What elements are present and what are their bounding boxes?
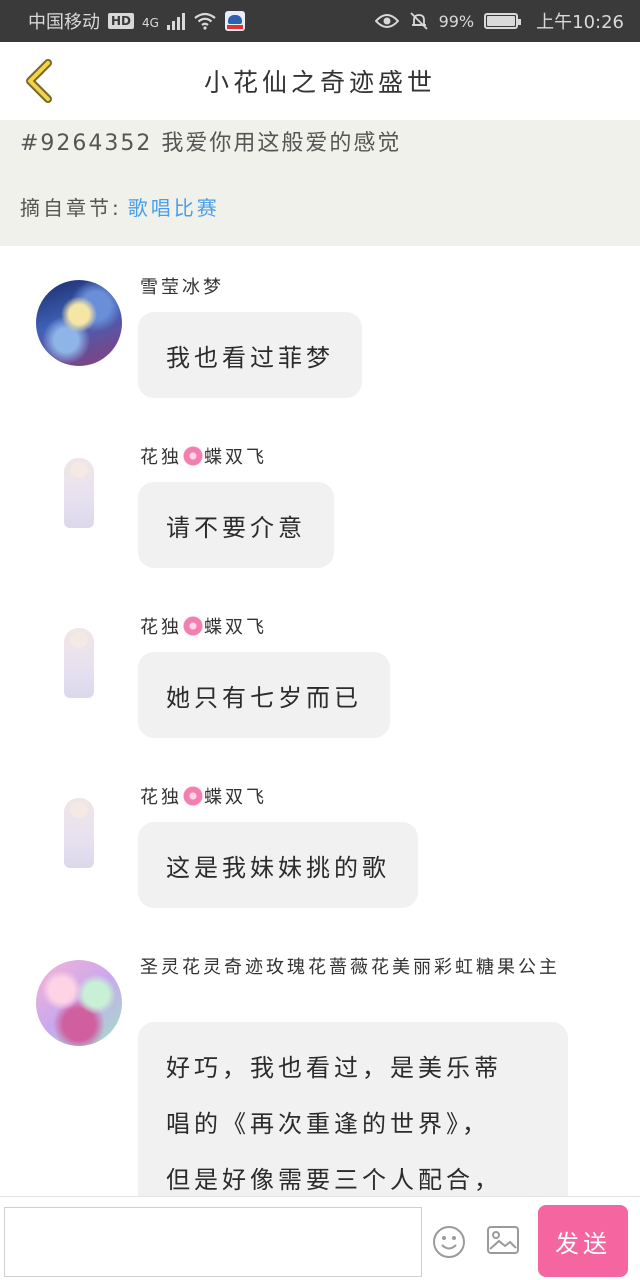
avatar[interactable]: [36, 960, 122, 1046]
username-part: 蝶双飞: [204, 787, 267, 808]
battery-fill: [487, 16, 515, 26]
battery-icon: [484, 13, 522, 29]
message-bubble[interactable]: 我也看过菲梦: [138, 312, 362, 398]
username[interactable]: 花独 蝶双飞: [140, 784, 267, 812]
username-part: 蝶双飞: [204, 447, 267, 468]
input-bar: 发送: [0, 1196, 640, 1280]
username-part: 花独: [140, 447, 182, 468]
status-bar: 中国移动 HD 4G 99% 上午10:26: [0, 0, 640, 42]
username[interactable]: 花独 蝶双飞: [140, 614, 267, 642]
message-bubble[interactable]: 这是我妹妹挑的歌: [138, 822, 418, 908]
status-left: 中国移动 HD 4G: [28, 8, 245, 34]
avatar[interactable]: [36, 450, 122, 536]
username-part: 花独: [140, 787, 182, 808]
avatar[interactable]: [36, 620, 122, 706]
flower-icon: [182, 445, 204, 467]
send-button[interactable]: 发送: [538, 1205, 628, 1277]
username-part: 蝶双飞: [204, 617, 267, 638]
excerpt-panel: #9264352 我爱你用这般爱的感觉 摘自章节: 歌唱比赛: [0, 120, 640, 246]
username[interactable]: 圣灵花灵奇迹玫瑰花蔷薇花美丽彩虹糖果公主: [140, 954, 570, 982]
app-header: 小花仙之奇迹盛世: [0, 42, 640, 120]
message-list[interactable]: 雪莹冰梦 我也看过菲梦 花独 蝶双飞 请不要介意 花独 蝶双飞 她只有七岁而已 花独…: [0, 246, 640, 1196]
wifi-icon: [194, 12, 216, 30]
network-type: 4G: [142, 16, 159, 30]
back-button[interactable]: [14, 56, 64, 106]
flower-icon: [182, 615, 204, 637]
excerpt-quote: #9264352 我爱你用这般爱的感觉: [20, 131, 402, 156]
chapter-label: 摘自章节:: [20, 196, 122, 220]
avatar[interactable]: [36, 790, 122, 876]
signal-icon: [166, 12, 185, 30]
mute-bell-icon: [409, 12, 428, 30]
back-chevron-icon: [26, 59, 52, 103]
clock: 上午10:26: [536, 12, 624, 33]
emoji-icon[interactable]: [432, 1225, 466, 1259]
excerpt-chapter: 摘自章节: 歌唱比赛: [20, 192, 620, 221]
message-line: 好巧，我也看过，是美乐蒂: [166, 1054, 502, 1082]
chapter-link[interactable]: 歌唱比赛: [128, 192, 220, 221]
message-line: 唱的《再次重逢的世界》，: [166, 1110, 490, 1138]
username[interactable]: 花独 蝶双飞: [140, 444, 267, 472]
message-bubble[interactable]: 好巧，我也看过，是美乐蒂 唱的《再次重逢的世界》， 但是好像需要三个人配合，: [138, 1022, 568, 1196]
image-icon[interactable]: [486, 1225, 520, 1255]
carrier-name: 中国移动: [28, 12, 100, 33]
status-right: 99% 上午10:26: [374, 8, 624, 34]
avatar[interactable]: [36, 280, 122, 366]
eye-icon: [374, 14, 399, 28]
message-input[interactable]: [4, 1207, 422, 1277]
baidu-app-icon: [224, 11, 245, 31]
page-title: 小花仙之奇迹盛世: [203, 68, 436, 97]
message-bubble[interactable]: 请不要介意: [138, 482, 334, 568]
username-part: 花独: [140, 617, 182, 638]
hd-badge: HD: [108, 13, 135, 29]
flower-icon: [182, 785, 204, 807]
battery-percent: 99%: [438, 11, 475, 31]
message-line: 但是好像需要三个人配合，: [166, 1166, 502, 1194]
message-bubble[interactable]: 她只有七岁而已: [138, 652, 390, 738]
username[interactable]: 雪莹冰梦: [140, 274, 224, 302]
